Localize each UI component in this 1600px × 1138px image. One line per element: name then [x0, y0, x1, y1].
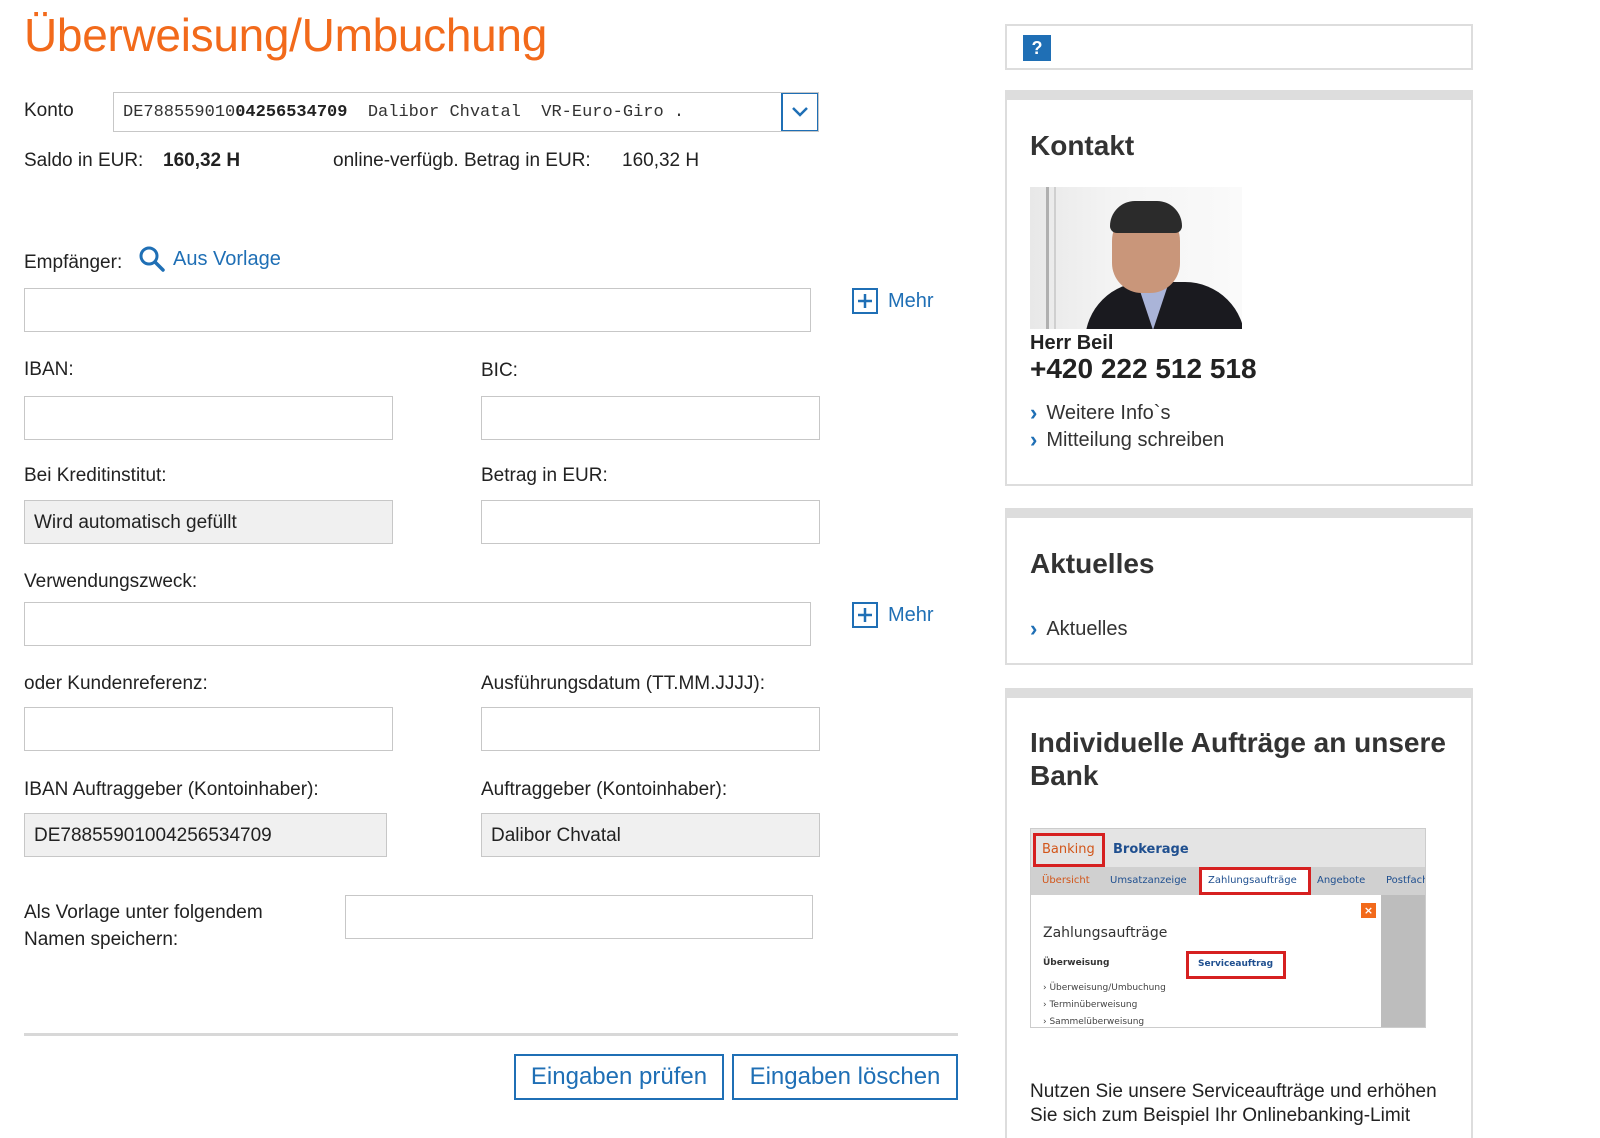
- preview-item-1: › Überweisung/Umbuchung: [1043, 983, 1166, 993]
- konto-value-suffix: Dalibor Chvatal VR-Euro-Giro .: [347, 103, 685, 122]
- plus-icon: [858, 294, 872, 308]
- chevron-right-icon: ›: [1030, 427, 1038, 452]
- aktuelles-panel: Aktuelles › Aktuelles: [1005, 508, 1473, 665]
- mitteilung-schreiben-label: Mitteilung schreiben: [1046, 428, 1225, 451]
- betrag-input[interactable]: [481, 500, 820, 544]
- help-box: ?: [1005, 24, 1473, 70]
- konto-value-bold: 04256534709: [235, 103, 348, 122]
- mehr-verwendungszweck-link[interactable]: Mehr: [888, 604, 934, 627]
- konto-label: Konto: [24, 100, 74, 121]
- iban-auftraggeber-field: DE78855901004256534709: [24, 813, 387, 857]
- konto-dropdown-button[interactable]: [781, 93, 818, 131]
- individuelle-text: Nutzen Sie unsere Serviceaufträge und er…: [1030, 1081, 1437, 1126]
- preview-item-3: › Sammelüberweisung: [1043, 1017, 1145, 1027]
- auftraggeber-label: Auftraggeber (Kontoinhaber):: [481, 779, 728, 800]
- plus-icon: [858, 608, 872, 622]
- bic-label: BIC:: [481, 360, 518, 381]
- iban-input[interactable]: [24, 396, 393, 440]
- contact-photo: [1030, 187, 1242, 329]
- preview-nav-postfach: Postfach: [1386, 875, 1426, 886]
- konto-value-prefix: DE788559010: [123, 103, 236, 122]
- eingaben-loeschen-button[interactable]: Eingaben löschen: [732, 1054, 958, 1100]
- chevron-right-icon: ›: [1030, 400, 1038, 425]
- available-value: 160,32 H: [622, 150, 700, 171]
- preview-item-2: › Terminüberweisung: [1043, 1000, 1138, 1010]
- form-divider: [24, 1033, 958, 1036]
- auftraggeber-field: Dalibor Chvatal: [481, 813, 820, 857]
- eingaben-pruefen-button[interactable]: Eingaben prüfen: [514, 1054, 724, 1100]
- ausfuehrungsdatum-label: Ausführungsdatum (TT.MM.JJJJ):: [481, 673, 766, 694]
- verwendungszweck-label: Verwendungszweck:: [24, 571, 198, 592]
- iban-label: IBAN:: [24, 359, 74, 380]
- mitteilung-schreiben-link[interactable]: › Mitteilung schreiben: [1030, 427, 1224, 453]
- close-icon: ×: [1361, 903, 1376, 918]
- mehr-empfaenger-button[interactable]: [852, 288, 878, 314]
- mehr-verwendungszweck-button[interactable]: [852, 602, 878, 628]
- betrag-label: Betrag in EUR:: [481, 465, 608, 486]
- preview-nav-uebersicht: Übersicht: [1042, 875, 1090, 886]
- vorlage-label-line1: Als Vorlage unter folgendem: [24, 902, 263, 923]
- vorlage-name-input[interactable]: [345, 895, 813, 939]
- search-icon: [139, 246, 165, 272]
- empfaenger-input[interactable]: [24, 288, 811, 332]
- kontakt-heading: Kontakt: [1030, 130, 1135, 161]
- individuelle-heading: Individuelle Aufträge an unsere Bank: [1030, 727, 1446, 791]
- contact-name: Herr Beil: [1030, 332, 1114, 354]
- weitere-infos-label: Weitere Info`s: [1046, 401, 1171, 424]
- contact-phone: +420 222 512 518: [1030, 353, 1257, 384]
- preview-nav-angebote: Angebote: [1317, 875, 1366, 886]
- aktuelles-link-label: Aktuelles: [1046, 617, 1128, 640]
- preview-heading: Zahlungsaufträge: [1043, 925, 1168, 941]
- preview-tab-brokerage: Brokerage: [1113, 842, 1189, 857]
- kreditinstitut-field: Wird automatisch gefüllt: [24, 500, 393, 544]
- available-label: online-verfügb. Betrag in EUR:: [333, 150, 591, 171]
- help-icon[interactable]: ?: [1023, 35, 1051, 61]
- preview-serviceauftrag: Serviceauftrag: [1198, 959, 1274, 969]
- chevron-right-icon: ›: [1030, 616, 1038, 641]
- chevron-down-icon: [792, 107, 808, 117]
- kundenreferenz-input[interactable]: [24, 707, 393, 751]
- mehr-empfaenger-link[interactable]: Mehr: [888, 290, 934, 313]
- kontakt-panel: Kontakt Herr Beil +420 222 512 518 › Weit…: [1005, 90, 1473, 486]
- verwendungszweck-input[interactable]: [24, 602, 811, 646]
- aktuelles-link[interactable]: › Aktuelles: [1030, 616, 1127, 642]
- empfaenger-label: Empfänger:: [24, 252, 123, 273]
- banking-preview-image: Banking Brokerage Übersicht Umsatzanzeig…: [1030, 828, 1426, 1028]
- preview-tab-banking: Banking: [1042, 842, 1095, 857]
- saldo-label: Saldo in EUR:: [24, 150, 144, 171]
- page-title: Überweisung/Umbuchung: [24, 9, 547, 61]
- weitere-infos-link[interactable]: › Weitere Info`s: [1030, 400, 1170, 426]
- aus-vorlage-label: Aus Vorlage: [173, 247, 281, 270]
- konto-select[interactable]: DE78855901004256534709 Dalibor Chvatal V…: [113, 92, 819, 132]
- aktuelles-heading: Aktuelles: [1030, 548, 1155, 579]
- iban-auftraggeber-label: IBAN Auftraggeber (Kontoinhaber):: [24, 779, 319, 800]
- vorlage-label-line2: Namen speichern:: [24, 929, 179, 950]
- ausfuehrungsdatum-input[interactable]: [481, 707, 820, 751]
- aus-vorlage-link[interactable]: Aus Vorlage: [138, 245, 281, 273]
- individuelle-auftraege-panel: Individuelle Aufträge an unsere Bank Bank…: [1005, 688, 1473, 1138]
- preview-nav-zahlungsauftraege: Zahlungsaufträge: [1208, 875, 1297, 886]
- kundenreferenz-label: oder Kundenreferenz:: [24, 673, 208, 694]
- saldo-value: 160,32 H: [163, 150, 241, 171]
- preview-section: Überweisung: [1043, 958, 1110, 968]
- preview-nav-umsatzanzeige: Umsatzanzeige: [1110, 875, 1187, 886]
- bic-input[interactable]: [481, 396, 820, 440]
- kreditinstitut-label: Bei Kreditinstitut:: [24, 465, 167, 486]
